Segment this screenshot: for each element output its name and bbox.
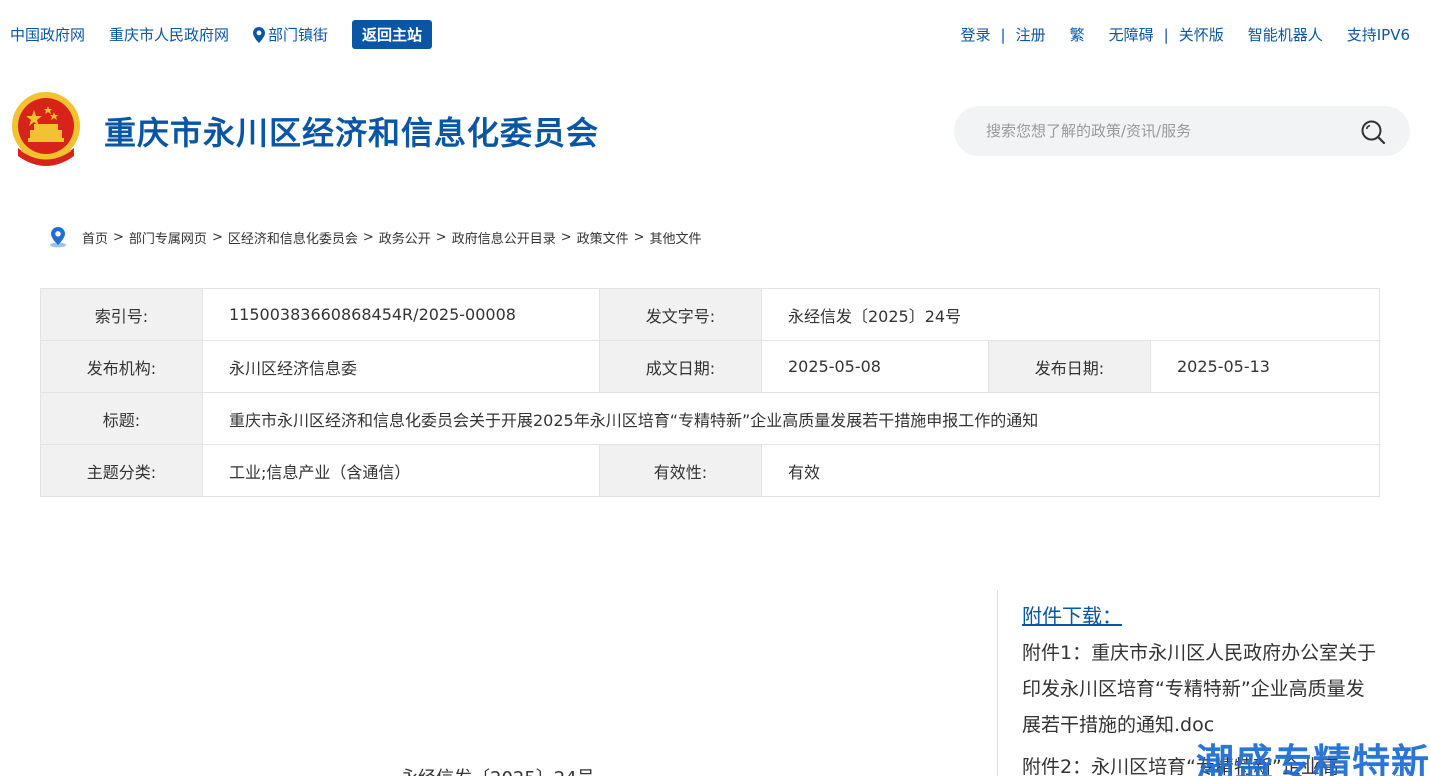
- breadcrumb: 首页 > 部门专属网页 > 区经济和信息化委员会 > 政务公开 > 政府信息公开…: [48, 226, 702, 248]
- title-label: 标题:: [40, 392, 203, 445]
- published-date-label: 发布日期:: [988, 340, 1151, 393]
- topic-label: 主题分类:: [40, 444, 203, 497]
- link-dept-street[interactable]: 部门镇街: [253, 24, 328, 45]
- separator: |: [1163, 25, 1169, 44]
- smart-robot-link[interactable]: 智能机器人: [1248, 24, 1323, 45]
- published-date-value: 2025-05-13: [1150, 340, 1380, 393]
- document-info-table: 索引号: 11500383660868454R/2025-00008 发文字号:…: [40, 288, 1380, 497]
- doc-number-value: 永经信发〔2025〕24号: [761, 288, 1380, 341]
- return-home-button[interactable]: 返回主站: [352, 20, 433, 49]
- top-right-links: 登录 | 注册 繁 无障碍 | 关怀版 智能机器人 支持IPV6: [961, 24, 1411, 45]
- site-header: 重庆市永川区经济和信息化委员会: [0, 86, 1430, 176]
- title-value: 重庆市永川区经济和信息化委员会关于开展2025年永川区培育“专精特新”企业高质量…: [202, 392, 1380, 445]
- validity-label: 有效性:: [599, 444, 762, 497]
- index-value: 11500383660868454R/2025-00008: [202, 288, 600, 341]
- validity-value: 有效: [761, 444, 1380, 497]
- org-label: 发布机构:: [40, 340, 203, 393]
- org-value: 永川区经济信息委: [202, 340, 600, 393]
- attachments-title[interactable]: 附件下载：: [1022, 600, 1430, 629]
- breadcrumb-commission[interactable]: 区经济和信息化委员会: [228, 228, 358, 247]
- search-box: [954, 106, 1410, 156]
- topic-value: 工业;信息产业（含通信）: [202, 444, 600, 497]
- breadcrumb-other-docs[interactable]: 其他文件: [650, 228, 702, 247]
- dept-street-label: 部门镇街: [268, 26, 329, 44]
- doc-number-label: 发文字号:: [599, 288, 762, 341]
- breadcrumb-info-catalog[interactable]: 政府信息公开目录: [452, 228, 556, 247]
- table-row: 索引号: 11500383660868454R/2025-00008 发文字号:…: [40, 288, 1380, 341]
- document-number-text: 永经信发〔2025〕24号: [400, 764, 595, 776]
- breadcrumb-gov-affairs[interactable]: 政务公开: [379, 228, 431, 247]
- login-link[interactable]: 登录: [961, 24, 991, 45]
- attachment-link-1[interactable]: 附件1：重庆市永川区人民政府办公室关于印发永川区培育“专精特新”企业高质量发展若…: [1022, 635, 1382, 743]
- breadcrumb-policy-docs[interactable]: 政策文件: [577, 228, 629, 247]
- created-date-label: 成文日期:: [599, 340, 762, 393]
- table-row: 主题分类: 工业;信息产业（含通信） 有效性: 有效: [40, 444, 1380, 497]
- breadcrumb-home[interactable]: 首页: [82, 228, 108, 247]
- national-emblem-icon[interactable]: [10, 90, 82, 170]
- index-label: 索引号:: [40, 288, 203, 341]
- link-china-gov[interactable]: 中国政府网: [10, 24, 85, 45]
- breadcrumb-dept-page[interactable]: 部门专属网页: [129, 228, 207, 247]
- register-link[interactable]: 注册: [1016, 24, 1046, 45]
- top-left-links: 中国政府网 重庆市人民政府网 部门镇街 返回主站: [10, 20, 456, 49]
- ipv6-link[interactable]: 支持IPV6: [1347, 24, 1410, 45]
- care-version-link[interactable]: 关怀版: [1179, 24, 1224, 45]
- map-pin-icon: [253, 26, 266, 43]
- created-date-value: 2025-05-08: [761, 340, 989, 393]
- table-row: 发布机构: 永川区经济信息委 成文日期: 2025-05-08 发布日期: 20…: [40, 340, 1380, 393]
- table-row: 标题: 重庆市永川区经济和信息化委员会关于开展2025年永川区培育“专精特新”企…: [40, 392, 1380, 445]
- search-input[interactable]: [986, 106, 1346, 156]
- traditional-chinese-link[interactable]: 繁: [1070, 24, 1085, 45]
- location-icon: [48, 226, 68, 248]
- accessibility-link[interactable]: 无障碍: [1109, 24, 1154, 45]
- watermark: 潮盛专精特新: [1195, 741, 1430, 776]
- site-title[interactable]: 重庆市永川区经济和信息化委员会: [104, 108, 599, 154]
- link-chongqing-gov[interactable]: 重庆市人民政府网: [109, 24, 229, 45]
- separator: |: [1000, 25, 1006, 44]
- top-bar: 中国政府网 重庆市人民政府网 部门镇街 返回主站 登录 | 注册 繁 无障碍 |…: [0, 0, 1430, 72]
- search-icon[interactable]: [1360, 119, 1386, 145]
